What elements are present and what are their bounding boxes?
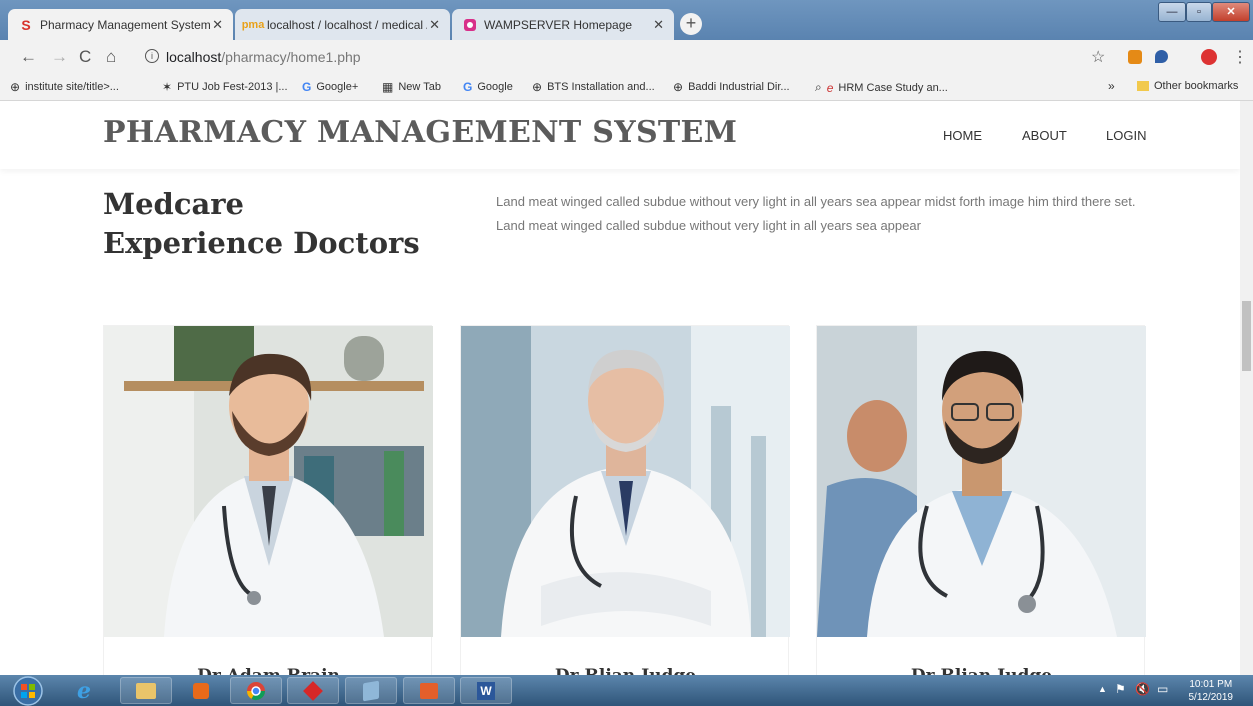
nav-about[interactable]: ABOUT bbox=[1022, 128, 1067, 143]
bookmark-label: Google bbox=[477, 81, 513, 93]
bookmark-label: Other bookmarks bbox=[1154, 80, 1239, 92]
tab-title: Pharmacy Management System bbox=[40, 17, 211, 32]
ie-taskbar-icon[interactable]: e bbox=[58, 677, 110, 704]
flag-icon[interactable]: ⚑ bbox=[1115, 682, 1126, 696]
bookmark-label: BTS Installation and... bbox=[547, 81, 655, 93]
tab-pharmacy[interactable]: S Pharmacy Management System ✕ bbox=[8, 9, 233, 40]
site-header: PHARMACY MANAGEMENT SYSTEM HOME ABOUT LO… bbox=[0, 101, 1240, 169]
home-icon[interactable]: ⌂ bbox=[106, 47, 116, 67]
google-icon: G bbox=[302, 80, 312, 94]
doctor-photo bbox=[104, 326, 433, 637]
app-taskbar-icon[interactable] bbox=[345, 677, 397, 704]
media-player-taskbar-icon[interactable] bbox=[175, 677, 227, 704]
bookmark-item[interactable]: ▦ New Tab bbox=[382, 80, 441, 94]
wamp-icon bbox=[462, 17, 478, 33]
page-scrollbar[interactable] bbox=[1240, 101, 1253, 675]
close-icon[interactable]: ✕ bbox=[212, 17, 223, 33]
section-heading: Experience Doctors bbox=[103, 226, 420, 260]
doctor-photo bbox=[461, 326, 790, 637]
bookmark-item[interactable]: G Google bbox=[463, 80, 513, 94]
app-taskbar-icon[interactable] bbox=[403, 677, 455, 704]
intro-paragraph: Land meat winged called subdue without v… bbox=[496, 194, 1136, 233]
minimize-button[interactable]: — bbox=[1158, 2, 1186, 22]
star-icon: ✶ bbox=[162, 80, 173, 94]
system-clock[interactable]: 10:01 PM 5/12/2019 bbox=[1189, 678, 1234, 704]
network-icon[interactable]: ▭ bbox=[1157, 682, 1168, 696]
search-icon: ⌕ bbox=[815, 80, 822, 94]
extension-icon[interactable] bbox=[1155, 50, 1168, 63]
doctor-name: Dr Blian Judge bbox=[817, 666, 1146, 675]
bookmark-label: PTU Job Fest-2013 |... bbox=[177, 81, 288, 93]
bookmark-item[interactable]: ⊕ BTS Installation and... bbox=[532, 80, 655, 94]
new-tab-button[interactable]: + bbox=[680, 13, 702, 35]
ie-icon: e bbox=[826, 80, 834, 95]
app-taskbar-icon[interactable] bbox=[287, 677, 339, 704]
word-taskbar-icon[interactable]: W bbox=[460, 677, 512, 704]
start-button[interactable] bbox=[8, 675, 48, 706]
globe-icon: ⊕ bbox=[673, 80, 684, 94]
bookmark-label: Baddi Industrial Dir... bbox=[688, 81, 790, 93]
explorer-taskbar-icon[interactable] bbox=[120, 677, 172, 704]
url-host: localhost bbox=[166, 49, 222, 65]
scrollbar-thumb[interactable] bbox=[1242, 301, 1251, 371]
extension-icon[interactable] bbox=[1128, 50, 1142, 64]
bookmark-item[interactable]: ⊕ Baddi Industrial Dir... bbox=[673, 80, 790, 94]
windows-taskbar: e W ▲ ⚑ 🔇 ▭ 10:01 PM 5/12/2019 bbox=[0, 675, 1253, 706]
maximize-button[interactable]: ▫ bbox=[1186, 2, 1212, 22]
nav-home[interactable]: HOME bbox=[943, 128, 982, 143]
doctor-photo bbox=[817, 326, 1146, 637]
section-heading: Medcare bbox=[103, 187, 245, 221]
doctor-card[interactable]: Dr Adam Brain bbox=[103, 325, 433, 675]
bookmarks-bar: ⊕ institute site/title>... ✶ PTU Job Fest-… bbox=[0, 74, 1253, 101]
back-icon[interactable]: ← bbox=[20, 47, 37, 67]
bookmark-item[interactable]: G Google+ bbox=[302, 80, 358, 94]
forward-icon[interactable]: → bbox=[51, 47, 68, 67]
doctor-name: Dr Blian Judge bbox=[461, 666, 790, 675]
bookmark-item[interactable]: ⌕ e HRM Case Study an... bbox=[815, 80, 948, 95]
bookmark-label: New Tab bbox=[398, 81, 441, 93]
tab-title: localhost / localhost / medical / t bbox=[267, 17, 427, 32]
bookmark-item[interactable]: ✶ PTU Job Fest-2013 |... bbox=[162, 80, 288, 94]
page-viewport: PHARMACY MANAGEMENT SYSTEM HOME ABOUT LO… bbox=[0, 101, 1240, 675]
menu-icon[interactable]: ⋮ bbox=[1232, 47, 1248, 67]
tab-wampserver[interactable]: WAMPSERVER Homepage ✕ bbox=[452, 9, 674, 40]
tray-chevron-icon[interactable]: ▲ bbox=[1098, 684, 1107, 694]
other-bookmarks[interactable]: Other bookmarks bbox=[1137, 80, 1238, 92]
globe-icon: ⊕ bbox=[10, 80, 21, 94]
reload-icon[interactable]: C bbox=[79, 47, 91, 67]
close-icon[interactable]: ✕ bbox=[653, 17, 664, 33]
address-bar[interactable]: localhost/pharmacy/home1.php bbox=[136, 45, 1081, 69]
doctor-card[interactable]: Dr Blian Judge bbox=[816, 325, 1146, 675]
tab-phpmyadmin[interactable]: pma localhost / localhost / medical / t … bbox=[235, 9, 450, 40]
volume-muted-icon[interactable]: 🔇 bbox=[1135, 682, 1150, 696]
url-path: /pharmacy/home1.php bbox=[221, 49, 361, 65]
doctor-card[interactable]: Dr Blian Judge bbox=[460, 325, 790, 675]
bookmark-label: Google+ bbox=[316, 81, 359, 93]
bookmark-star-icon[interactable]: ☆ bbox=[1091, 47, 1105, 67]
newtab-icon: ▦ bbox=[382, 80, 394, 94]
browser-tab-strip: S Pharmacy Management System ✕ pma local… bbox=[0, 0, 1253, 40]
window-close-button[interactable]: ✕ bbox=[1212, 2, 1250, 22]
bookmark-label: institute site/title>... bbox=[25, 81, 119, 93]
globe-icon: ⊕ bbox=[532, 80, 543, 94]
phpmyadmin-icon: pma bbox=[241, 18, 265, 31]
folder-icon bbox=[1137, 81, 1149, 91]
site-title[interactable]: PHARMACY MANAGEMENT SYSTEM bbox=[103, 115, 737, 150]
bookmark-label: HRM Case Study an... bbox=[838, 81, 948, 94]
clock-time: 10:01 PM bbox=[1189, 679, 1233, 690]
bookmark-item[interactable]: ⊕ institute site/title>... bbox=[10, 80, 119, 94]
google-icon: G bbox=[463, 80, 473, 94]
nav-login[interactable]: LOGIN bbox=[1106, 128, 1146, 143]
chrome-taskbar-icon[interactable] bbox=[230, 677, 282, 704]
tab-title: WAMPSERVER Homepage bbox=[484, 17, 633, 32]
profile-avatar[interactable] bbox=[1201, 49, 1217, 65]
clock-date: 5/12/2019 bbox=[1188, 692, 1234, 703]
s-logo-icon: S bbox=[21, 16, 31, 33]
doctor-name: Dr Adam Brain bbox=[104, 666, 433, 675]
chevron-more-icon[interactable]: » bbox=[1108, 79, 1115, 93]
close-icon[interactable]: ✕ bbox=[429, 17, 440, 33]
